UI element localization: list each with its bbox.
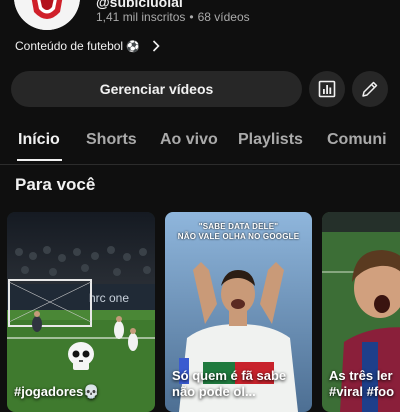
soccer-ball-emoji: ⚽ bbox=[126, 40, 140, 53]
ad-board-text: hrc one bbox=[89, 291, 129, 305]
tab-ao-vivo[interactable]: Ao vivo bbox=[160, 131, 218, 149]
tab-shorts[interactable]: Shorts bbox=[86, 131, 137, 149]
tab-comunidade[interactable]: Comuni bbox=[327, 131, 387, 149]
tab-playlists[interactable]: Playlists bbox=[238, 131, 303, 149]
short-card[interactable]: As três ler #viral #foo bbox=[322, 212, 400, 412]
subscriber-count: 1,41 mil inscritos bbox=[96, 10, 186, 24]
manage-videos-button[interactable]: Gerenciar vídeos bbox=[11, 71, 302, 107]
edit-channel-button[interactable] bbox=[352, 71, 388, 107]
channel-logo-icon bbox=[14, 0, 80, 30]
short-card[interactable]: "SABE DATA DELE" NÃO VALE OLHA NO GOOGLE… bbox=[165, 212, 312, 412]
short-title: As três ler #viral #foo bbox=[329, 368, 395, 399]
channel-description-link[interactable]: Conteúdo de futebol ⚽ bbox=[15, 37, 160, 55]
channel-handle: @sublcluolal bbox=[96, 0, 183, 10]
short-title: #jogadores💀 bbox=[14, 384, 100, 399]
video-overlay-text: NÃO VALE OLHA NO GOOGLE bbox=[177, 232, 300, 241]
tab-inicio[interactable]: Início bbox=[18, 131, 60, 149]
stats-separator: • bbox=[189, 10, 194, 24]
analytics-button[interactable] bbox=[309, 71, 345, 107]
chevron-right-icon bbox=[152, 40, 160, 52]
video-overlay-text: "SABE DATA DELE" bbox=[198, 222, 279, 231]
channel-tabs: Início Shorts Ao vivo Playlists Comuni bbox=[0, 125, 400, 165]
short-thumbnail: hrc one bbox=[7, 212, 155, 412]
short-title: Só quem é fã sabe não pode ol... bbox=[172, 368, 287, 399]
edit-pencil-icon bbox=[362, 81, 378, 97]
channel-avatar[interactable] bbox=[14, 0, 80, 30]
channel-description-text: Conteúdo de futebol bbox=[15, 39, 124, 53]
active-tab-indicator bbox=[17, 159, 62, 161]
channel-stats: 1,41 mil inscritos • 68 vídeos bbox=[96, 10, 250, 24]
video-count: 68 vídeos bbox=[197, 10, 250, 24]
short-card[interactable]: hrc one #jogadores💀 bbox=[7, 212, 155, 412]
analytics-icon bbox=[318, 80, 336, 98]
tabs-divider bbox=[0, 164, 400, 165]
section-title: Para você bbox=[15, 175, 96, 194]
